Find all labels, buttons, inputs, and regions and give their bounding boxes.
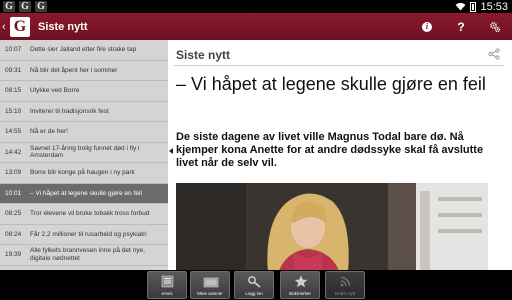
news-list-item[interactable]: 14:55 Nå er de her! [0, 122, 168, 143]
news-item-time: 14:55 [5, 128, 22, 136]
wifi-icon [456, 2, 466, 11]
news-list-item[interactable]: 15:10 Inviterer til tradisjonsrik fest [0, 102, 168, 122]
eavis-label: eAvis [161, 291, 173, 296]
news-item-time: 13:09 [5, 169, 22, 177]
status-time: 15:53 [480, 0, 508, 13]
star-icon [294, 275, 308, 288]
news-item-title: Tror elevene vil bruke tobakk tross forb… [30, 210, 150, 217]
folder-icon [203, 277, 219, 288]
news-item-title: Inviterer til tradisjonsrik fest [30, 107, 109, 115]
news-item-time: 10:01 [5, 189, 22, 197]
portrait-photo-image [176, 183, 488, 270]
app-notification-icon: G [35, 1, 47, 12]
news-list-item[interactable]: 08:15 Ulykke ved Borre [0, 81, 168, 102]
news-list-item-selected[interactable]: 10:01 – Vi håpet at legene skulle gjøre … [0, 183, 168, 204]
bottom-toolbar: eAvis Mine avisner Logg inn Bokmerker Gr… [0, 270, 512, 300]
share-icon[interactable] [488, 48, 500, 60]
eavis-button[interactable]: eAvis [147, 271, 187, 299]
battery-icon [470, 1, 477, 12]
newspaper-icon [161, 275, 174, 288]
status-bar: G G G 15:53 [0, 0, 512, 13]
mine-avisner-button[interactable]: Mine avisner [190, 271, 230, 299]
news-item-time: 08:25 [5, 210, 22, 218]
mine-avisner-label: Mine avisner [197, 291, 223, 296]
news-item-time: 14:42 [5, 148, 22, 156]
news-item-title: – Vi håpet at legene skulle gjøre en fei… [30, 189, 142, 197]
action-bar: ‹ G Siste nytt i ? [0, 13, 512, 40]
logg-inn-button[interactable]: Logg inn [234, 271, 274, 299]
article-pane: Siste nytt – Vi håpet at legene skulle g… [174, 40, 512, 270]
news-item-time: 08:15 [5, 87, 22, 95]
bokmerker-label: Bokmerker [289, 291, 311, 296]
app-root: G G G 15:53 ‹ G Siste nytt i ? 10:07 Det… [0, 0, 512, 300]
help-icon: ? [457, 19, 465, 34]
app-notification-icon: G [19, 1, 31, 12]
article-photo [176, 183, 488, 270]
news-item-title: Alle fylkets brannvesen inne på det nye,… [30, 247, 145, 262]
news-list-item[interactable]: 10:07 Dette sier Jalland etter fire stra… [0, 40, 168, 61]
gratis-nytt-button: Gratis nytt [325, 271, 365, 299]
bokmerker-button[interactable]: Bokmerker [280, 271, 320, 299]
info-button[interactable]: i [410, 13, 444, 40]
news-item-title: Dette sier Jalland etter fire strake tap [30, 46, 137, 53]
gratis-nytt-label: Gratis nytt [334, 291, 356, 296]
news-list-item[interactable]: 08:24 Får 2,2 millioner til rusarbeid og… [0, 225, 168, 245]
news-item-title: Ulykke ved Borre [30, 87, 80, 94]
news-item-title: Får 2,2 millioner til rusarbeid og psyki… [30, 230, 147, 238]
news-item-time: 19:39 [5, 251, 22, 259]
news-item-title: Savnet 17-åring trolig funnet død i fly … [30, 144, 140, 160]
gears-icon [490, 21, 501, 32]
settings-button[interactable] [478, 13, 512, 40]
logg-inn-label: Logg inn [245, 291, 263, 296]
article-title: – Vi håpet at legene skulle gjøre en fei… [176, 74, 486, 94]
screen-title: Siste nytt [38, 20, 88, 33]
news-list-item[interactable]: 09:31 Nå blir det åpent her i sommer [0, 61, 168, 81]
news-item-time: 10:07 [5, 46, 22, 54]
news-list-item[interactable]: 14:42 Savnet 17-åring trolig funnet død … [0, 143, 168, 163]
news-item-time: 15:10 [5, 107, 22, 115]
article-header: Siste nytt [174, 46, 504, 66]
news-list-item[interactable]: 13:09 Borre blir konge på haugen i ny pa… [0, 163, 168, 184]
news-list: 10:07 Dette sier Jalland etter fire stra… [0, 40, 168, 270]
app-notification-icon: G [3, 1, 15, 12]
help-button[interactable]: ? [444, 13, 478, 40]
rss-icon [340, 276, 351, 287]
article-lead: De siste dagene av livet ville Magnus To… [176, 131, 484, 169]
article-section-title: Siste nytt [176, 48, 231, 62]
news-item-title: Borre blir konge på haugen i ny park [30, 169, 135, 176]
news-item-time: 08:24 [5, 230, 22, 238]
previous-article-arrow-icon[interactable] [169, 148, 173, 154]
news-item-title: Nå blir det åpent her i sommer [30, 66, 118, 74]
back-chevron-icon[interactable]: ‹ [2, 21, 8, 33]
info-icon: i [422, 21, 432, 32]
key-icon [248, 276, 261, 288]
news-item-time: 09:31 [5, 66, 22, 74]
news-item-title: Nå er de her! [30, 128, 68, 135]
app-logo[interactable]: G [10, 16, 30, 37]
news-list-item[interactable]: 19:39 Alle fylkets brannvesen inne på de… [0, 245, 168, 266]
news-list-item[interactable]: 08:25 Tror elevene vil bruke tobakk tros… [0, 204, 168, 225]
